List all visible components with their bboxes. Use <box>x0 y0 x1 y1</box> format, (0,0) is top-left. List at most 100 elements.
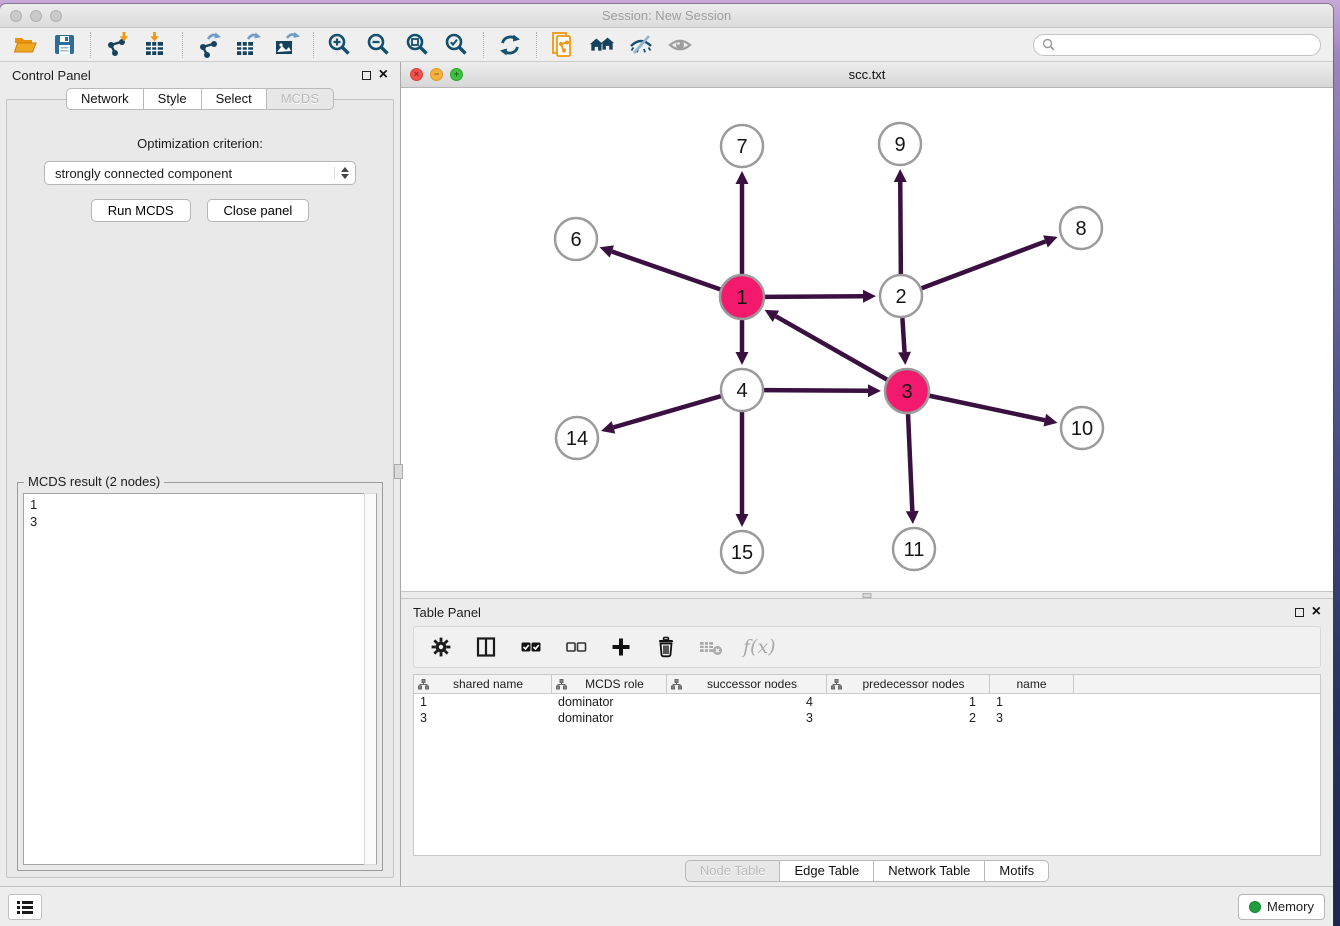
run-mcds-button[interactable]: Run MCDS <box>91 199 191 222</box>
criterion-select[interactable]: strongly connected component <box>44 161 356 185</box>
network-zoom-button[interactable]: + <box>450 68 463 81</box>
graph-edge-3-11[interactable] <box>908 414 912 511</box>
zoom-selected-icon <box>444 32 470 58</box>
zoom-fit-icon <box>405 32 431 58</box>
status-bar: Memory <box>0 886 1333 926</box>
column-header-label: predecessor nodes <box>842 677 985 691</box>
export-network-button[interactable] <box>196 32 222 58</box>
table-row[interactable]: 3dominator323 <box>414 710 1320 726</box>
tab-select[interactable]: Select <box>201 88 267 110</box>
panel-divider-grip[interactable] <box>394 464 403 479</box>
mcds-buttons-row: Run MCDS Close panel <box>7 199 393 222</box>
zoom-selected-button[interactable] <box>444 32 470 58</box>
graph-edge-1-2[interactable] <box>765 296 863 297</box>
window-minimize-button[interactable] <box>30 10 42 22</box>
window-zoom-button[interactable] <box>50 10 62 22</box>
graph-node-label-7: 7 <box>736 136 747 158</box>
delete-columns-button[interactable] <box>653 634 679 660</box>
table-tab-node-table[interactable]: Node Table <box>685 860 781 882</box>
select-all-rows-button[interactable] <box>518 634 544 660</box>
search-field[interactable] <box>1033 34 1321 56</box>
horizontal-divider-grip[interactable] <box>863 593 872 598</box>
column-type-icon <box>418 679 429 690</box>
graph-node-label-1: 1 <box>736 287 747 309</box>
task-history-button[interactable] <box>8 894 42 920</box>
window-title: Session: New Session <box>0 8 1333 23</box>
window-close-button[interactable] <box>10 10 22 22</box>
graph-node-label-3: 3 <box>901 381 912 403</box>
graph-node-label-4: 4 <box>736 380 747 402</box>
graph-edge-2-9[interactable] <box>900 182 901 274</box>
network-close-button[interactable]: × <box>410 68 423 81</box>
import-table-button[interactable] <box>143 32 169 58</box>
table-tab-network-table[interactable]: Network Table <box>873 860 985 882</box>
close-panel-icon[interactable]: × <box>379 69 388 81</box>
zoom-in-icon <box>327 32 353 58</box>
graph-node-label-2: 2 <box>895 286 906 308</box>
list-icon <box>16 899 34 915</box>
table-options-button[interactable] <box>428 634 454 660</box>
add-column-button[interactable] <box>608 634 634 660</box>
network-window-controls: × − + <box>410 68 463 81</box>
search-input[interactable] <box>1060 38 1312 52</box>
network-minimize-button[interactable]: − <box>430 68 443 81</box>
graph-edge-3-1[interactable] <box>776 316 887 379</box>
export-network-icon <box>196 32 222 58</box>
column-header-shared-name[interactable]: shared name <box>414 675 552 693</box>
toolbar-separator <box>536 32 537 58</box>
delete-table-button[interactable] <box>698 634 724 660</box>
table-row[interactable]: 1dominator411 <box>414 694 1320 710</box>
graph-edge-arrowhead <box>600 245 614 257</box>
save-session-button[interactable] <box>51 32 77 58</box>
column-header-predecessor-nodes[interactable]: predecessor nodes <box>827 675 990 693</box>
export-table-button[interactable] <box>235 32 261 58</box>
new-network-from-selection-button[interactable] <box>550 32 576 58</box>
column-header-name[interactable]: name <box>990 675 1074 693</box>
float-panel-icon[interactable] <box>362 71 371 80</box>
network-window-titlebar: × − + scc.txt <box>401 62 1333 88</box>
show-column-button[interactable] <box>473 634 499 660</box>
close-table-panel-icon[interactable]: × <box>1312 606 1321 618</box>
mcds-result-title: MCDS result (2 nodes) <box>24 474 164 489</box>
column-header-label: MCDS role <box>567 677 662 691</box>
select-stepper-icon <box>334 167 349 179</box>
graph-edge-1-6[interactable] <box>612 252 720 290</box>
zoom-in-button[interactable] <box>327 32 353 58</box>
import-network-button[interactable] <box>104 32 130 58</box>
show-all-button[interactable] <box>667 32 693 58</box>
table-tab-motifs[interactable]: Motifs <box>984 860 1049 882</box>
result-scrollbar[interactable] <box>364 493 377 865</box>
tab-style[interactable]: Style <box>143 88 202 110</box>
tab-mcds[interactable]: MCDS <box>266 88 334 110</box>
graph-edge-2-8[interactable] <box>922 241 1046 288</box>
network-canvas[interactable]: 7968124314101511 <box>401 88 1333 591</box>
deselect-all-rows-button[interactable] <box>563 634 589 660</box>
graph-edge-2-3[interactable] <box>902 318 904 352</box>
graph-edge-4-3[interactable] <box>764 390 868 391</box>
memory-button[interactable]: Memory <box>1238 894 1325 920</box>
graph-edge-3-10[interactable] <box>930 396 1045 420</box>
horizontal-divider[interactable] <box>401 591 1333 599</box>
column-header-successor-nodes[interactable]: successor nodes <box>667 675 827 693</box>
mcds-result-text[interactable]: 1 3 <box>23 493 377 865</box>
table-tab-edge-table[interactable]: Edge Table <box>779 860 874 882</box>
mcds-tab-content: Optimization criterion: strongly connect… <box>6 99 394 878</box>
graph-node-label-14: 14 <box>566 428 588 450</box>
graph-edge-4-14[interactable] <box>613 396 720 427</box>
apply-layout-button[interactable] <box>497 32 523 58</box>
first-neighbors-button[interactable] <box>589 32 615 58</box>
float-table-panel-icon[interactable] <box>1295 608 1304 617</box>
node-table: shared name MCDS role successor nodes prede… <box>413 674 1321 856</box>
zoom-out-button[interactable] <box>366 32 392 58</box>
close-panel-button[interactable]: Close panel <box>207 199 310 222</box>
function-builder-button[interactable]: f(x) <box>743 636 776 658</box>
hide-selected-button[interactable] <box>628 32 654 58</box>
zoom-fit-button[interactable] <box>405 32 431 58</box>
open-session-button[interactable] <box>12 32 38 58</box>
table-cell-shared-name: 1 <box>414 695 552 709</box>
column-header-mcds-role[interactable]: MCDS role <box>552 675 667 693</box>
export-image-button[interactable] <box>274 32 300 58</box>
search-icon <box>1042 38 1055 51</box>
tab-network[interactable]: Network <box>66 88 144 110</box>
export-table-icon <box>235 32 261 58</box>
